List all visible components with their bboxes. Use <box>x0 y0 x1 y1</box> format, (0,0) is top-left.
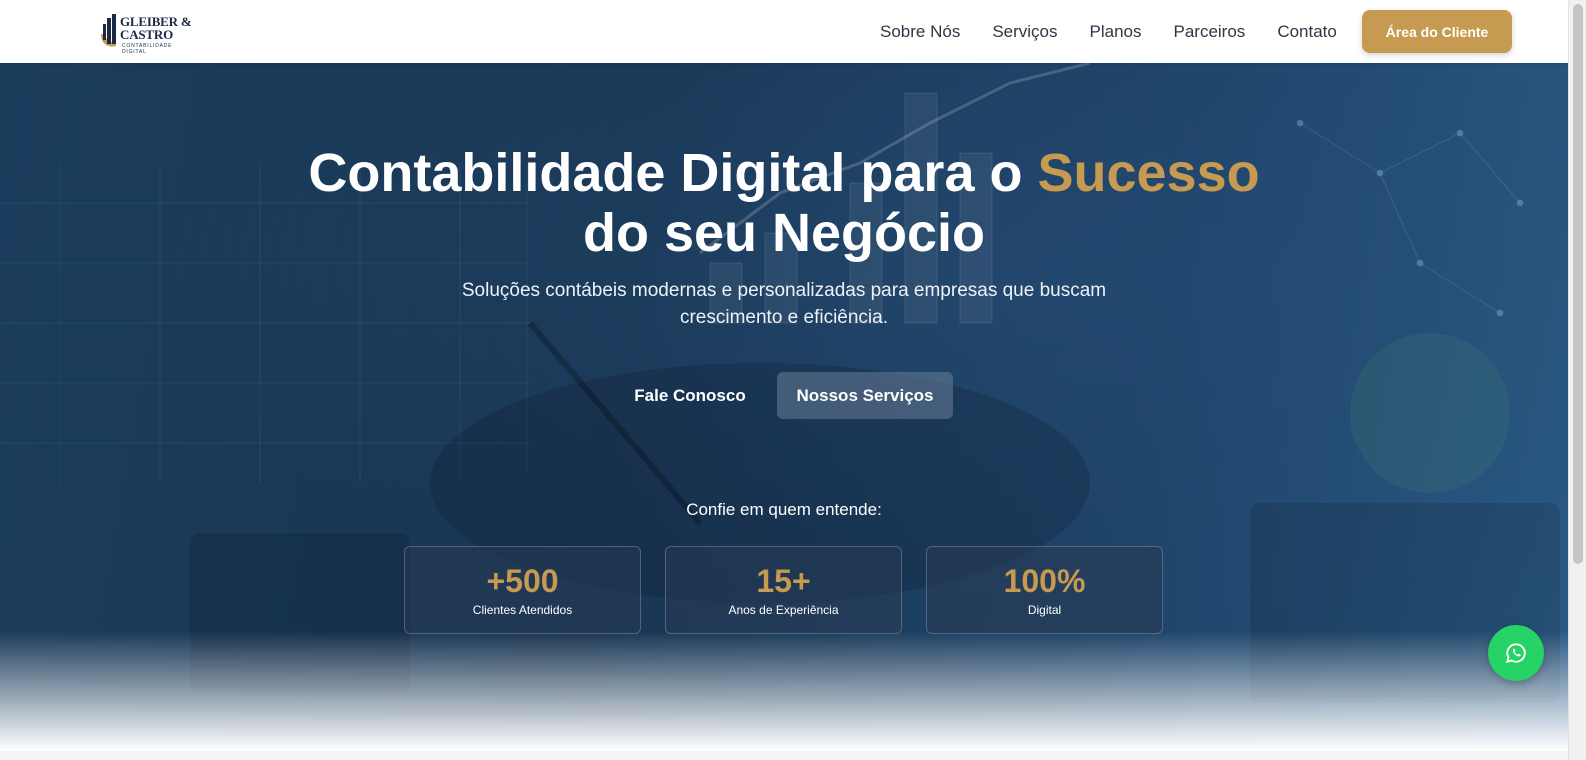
site-header: GLEIBER & CASTRO CONTABILIDADE DIGITAL S… <box>0 0 1568 63</box>
hero-title-part2: do seu Negócio <box>582 203 986 263</box>
brand-logo[interactable]: GLEIBER & CASTRO CONTABILIDADE DIGITAL <box>98 12 198 55</box>
contact-us-button[interactable]: Fale Conosco <box>614 372 766 419</box>
stat-card-digital: 100% Digital <box>926 546 1163 634</box>
page: GLEIBER & CASTRO CONTABILIDADE DIGITAL S… <box>0 0 1568 751</box>
brand-tagline: CONTABILIDADE DIGITAL <box>122 43 173 55</box>
stat-card-clients: +500 Clientes Atendidos <box>404 546 641 634</box>
stat-label: Digital <box>1027 603 1062 617</box>
page-scrollbar[interactable] <box>1568 0 1586 760</box>
stat-label: Clientes Atendidos <box>472 603 573 617</box>
main-nav: Sobre Nós Serviços Planos Parceiros Cont… <box>880 22 1337 42</box>
brand-name: GLEIBER & CASTRO <box>120 15 192 41</box>
brand-name-line2: CASTRO <box>120 27 173 42</box>
stat-value: 100% <box>1003 563 1086 599</box>
nav-servicos[interactable]: Serviços <box>992 22 1057 42</box>
nav-contato[interactable]: Contato <box>1277 22 1337 42</box>
hero-title-accent: Sucesso <box>1037 143 1260 203</box>
whatsapp-button[interactable] <box>1488 625 1544 681</box>
hero-title: Contabilidade Digital para o Sucesso do … <box>0 143 1568 263</box>
stat-label: Anos de Experiência <box>728 603 839 617</box>
trust-label: Confie em quem entende: <box>686 500 882 519</box>
whatsapp-icon <box>1505 643 1526 664</box>
hero-subtitle: Soluções contábeis modernas e personaliz… <box>461 280 1107 328</box>
stat-value: +500 <box>486 563 559 599</box>
scrollbar-thumb[interactable] <box>1573 4 1583 564</box>
hero-bottom-fade <box>0 631 1568 751</box>
client-area-button[interactable]: Área do Cliente <box>1362 10 1512 53</box>
hero-section: Contabilidade Digital para o Sucesso do … <box>0 63 1568 751</box>
nav-planos[interactable]: Planos <box>1090 22 1142 42</box>
our-services-button[interactable]: Nossos Serviços <box>777 372 953 419</box>
stat-card-years: 15+ Anos de Experiência <box>665 546 902 634</box>
building-logo-icon <box>101 14 116 47</box>
nav-sobre-nos[interactable]: Sobre Nós <box>880 22 960 42</box>
stat-value: 15+ <box>756 563 811 599</box>
hero-title-part1: Contabilidade Digital para o <box>308 143 1038 203</box>
nav-parceiros[interactable]: Parceiros <box>1174 22 1246 42</box>
